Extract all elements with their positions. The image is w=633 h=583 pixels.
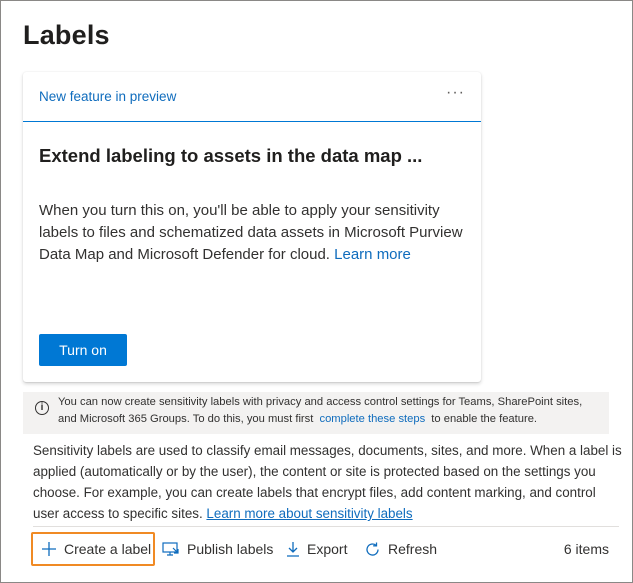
card-eyebrow: New feature in preview (39, 89, 177, 104)
create-label-text: Create a label (64, 541, 152, 557)
info-icon: i (35, 401, 49, 415)
plus-icon (41, 541, 57, 557)
page-title: Labels (23, 20, 110, 50)
labels-description: Sensitivity labels are used to classify … (33, 440, 623, 524)
turn-on-button[interactable]: Turn on (39, 334, 127, 366)
card-body: When you turn this on, you'll be able to… (39, 200, 465, 266)
info-message-bar: i You can now create sensitivity labels … (23, 392, 609, 434)
command-bar: Create a label Publish labels Export Ref… (31, 532, 621, 566)
learn-more-link[interactable]: Learn more (334, 246, 411, 263)
publish-labels-text: Publish labels (187, 541, 274, 557)
export-button[interactable]: Export (286, 532, 347, 566)
create-label-button[interactable]: Create a label (31, 532, 155, 566)
learn-more-sensitivity-link[interactable]: Learn more about sensitivity labels (206, 506, 412, 521)
more-options-icon[interactable]: ··· (446, 84, 465, 102)
refresh-icon (364, 541, 381, 558)
publish-icon (162, 541, 180, 557)
download-icon (286, 541, 300, 557)
item-count: 6 items (563, 541, 609, 557)
refresh-button[interactable]: Refresh (364, 532, 437, 566)
publish-labels-button[interactable]: Publish labels (162, 532, 273, 566)
feature-preview-card: New feature in preview ··· Extend labeli… (23, 72, 481, 382)
info-text-after: to enable the feature. (431, 413, 538, 425)
card-header: New feature in preview ··· (23, 72, 481, 122)
export-text: Export (307, 541, 348, 557)
refresh-text: Refresh (388, 541, 438, 557)
complete-steps-link[interactable]: complete these steps (319, 413, 425, 425)
divider (33, 526, 619, 527)
card-heading: Extend labeling to assets in the data ma… (39, 145, 423, 166)
